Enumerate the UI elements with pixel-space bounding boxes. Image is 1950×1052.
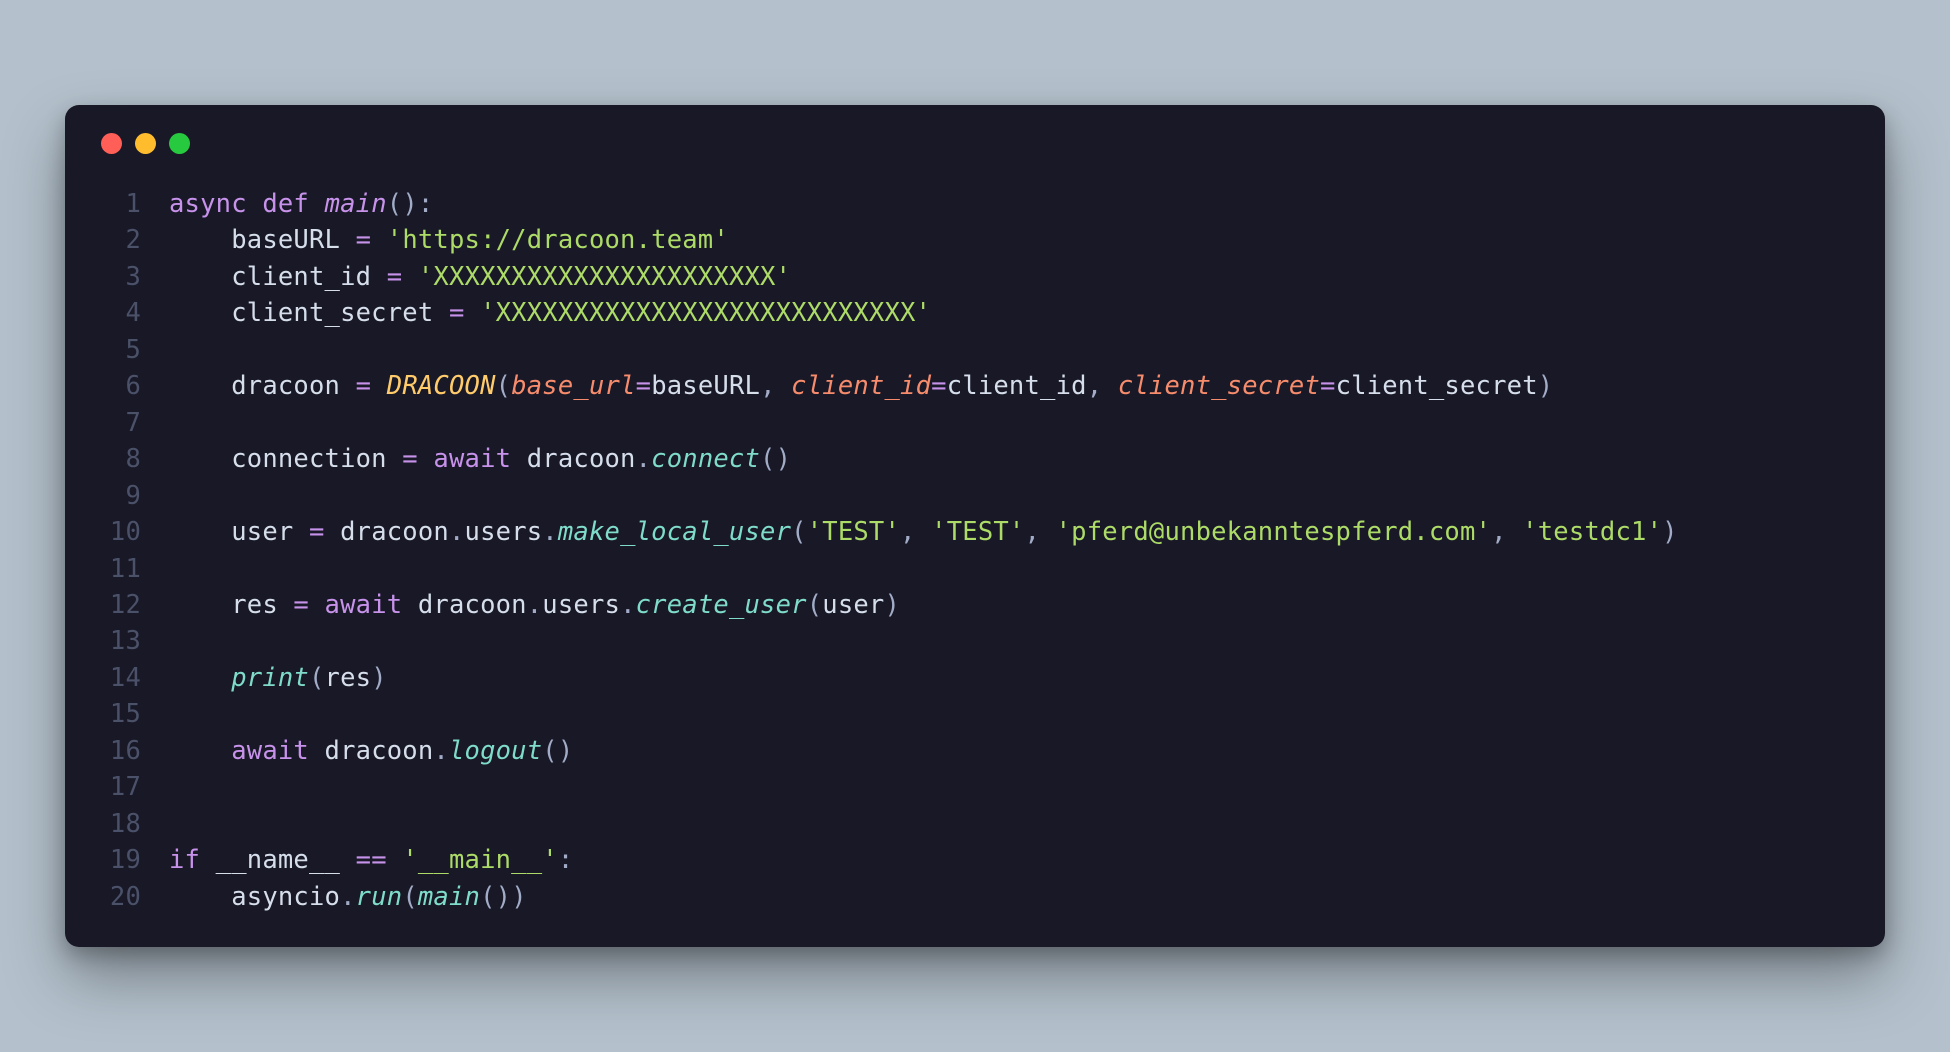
- code-line[interactable]: 1async def main():: [97, 186, 1853, 222]
- code-content[interactable]: [141, 478, 169, 514]
- code-line[interactable]: 13: [97, 623, 1853, 659]
- code-line[interactable]: 6 dracoon = DRACOON(base_url=baseURL, cl…: [97, 368, 1853, 404]
- line-number: 19: [97, 842, 141, 878]
- code-content[interactable]: res = await dracoon.users.create_user(us…: [141, 587, 900, 623]
- line-number: 16: [97, 733, 141, 769]
- line-number: 6: [97, 368, 141, 404]
- line-number: 12: [97, 587, 141, 623]
- code-content[interactable]: client_secret = 'XXXXXXXXXXXXXXXXXXXXXXX…: [141, 295, 931, 331]
- code-content[interactable]: asyncio.run(main()): [141, 879, 527, 915]
- line-number: 8: [97, 441, 141, 477]
- code-line[interactable]: 12 res = await dracoon.users.create_user…: [97, 587, 1853, 623]
- window-controls: [97, 133, 1853, 154]
- line-number: 5: [97, 332, 141, 368]
- code-line[interactable]: 8 connection = await dracoon.connect(): [97, 441, 1853, 477]
- code-content[interactable]: [141, 623, 169, 659]
- code-line[interactable]: 10 user = dracoon.users.make_local_user(…: [97, 514, 1853, 550]
- line-number: 14: [97, 660, 141, 696]
- code-line[interactable]: 14 print(res): [97, 660, 1853, 696]
- code-content[interactable]: [141, 806, 169, 842]
- line-number: 7: [97, 405, 141, 441]
- code-content[interactable]: [141, 332, 169, 368]
- code-line[interactable]: 7: [97, 405, 1853, 441]
- line-number: 15: [97, 696, 141, 732]
- line-number: 1: [97, 186, 141, 222]
- zoom-icon[interactable]: [169, 133, 190, 154]
- code-content[interactable]: dracoon = DRACOON(base_url=baseURL, clie…: [141, 368, 1553, 404]
- code-window: 1async def main():2 baseURL = 'https://d…: [65, 105, 1885, 947]
- code-editor[interactable]: 1async def main():2 baseURL = 'https://d…: [97, 186, 1853, 915]
- code-line[interactable]: 17: [97, 769, 1853, 805]
- code-line[interactable]: 20 asyncio.run(main()): [97, 879, 1853, 915]
- code-line[interactable]: 18: [97, 806, 1853, 842]
- code-line[interactable]: 11: [97, 551, 1853, 587]
- code-content[interactable]: await dracoon.logout(): [141, 733, 573, 769]
- minimize-icon[interactable]: [135, 133, 156, 154]
- code-line[interactable]: 2 baseURL = 'https://dracoon.team': [97, 222, 1853, 258]
- code-line[interactable]: 9: [97, 478, 1853, 514]
- code-content[interactable]: client_id = 'XXXXXXXXXXXXXXXXXXXXXX': [141, 259, 791, 295]
- line-number: 11: [97, 551, 141, 587]
- code-content[interactable]: [141, 696, 169, 732]
- line-number: 20: [97, 879, 141, 915]
- code-content[interactable]: async def main():: [141, 186, 433, 222]
- code-content[interactable]: [141, 405, 169, 441]
- code-line[interactable]: 16 await dracoon.logout(): [97, 733, 1853, 769]
- code-line[interactable]: 4 client_secret = 'XXXXXXXXXXXXXXXXXXXXX…: [97, 295, 1853, 331]
- code-content[interactable]: [141, 769, 169, 805]
- line-number: 3: [97, 259, 141, 295]
- line-number: 17: [97, 769, 141, 805]
- code-content[interactable]: user = dracoon.users.make_local_user('TE…: [141, 514, 1678, 550]
- code-content[interactable]: [141, 551, 169, 587]
- code-content[interactable]: print(res): [141, 660, 387, 696]
- code-line[interactable]: 19if __name__ == '__main__':: [97, 842, 1853, 878]
- line-number: 10: [97, 514, 141, 550]
- line-number: 13: [97, 623, 141, 659]
- code-content[interactable]: connection = await dracoon.connect(): [141, 441, 791, 477]
- code-line[interactable]: 15: [97, 696, 1853, 732]
- line-number: 4: [97, 295, 141, 331]
- close-icon[interactable]: [101, 133, 122, 154]
- line-number: 2: [97, 222, 141, 258]
- code-line[interactable]: 3 client_id = 'XXXXXXXXXXXXXXXXXXXXXX': [97, 259, 1853, 295]
- line-number: 18: [97, 806, 141, 842]
- code-line[interactable]: 5: [97, 332, 1853, 368]
- line-number: 9: [97, 478, 141, 514]
- code-content[interactable]: baseURL = 'https://dracoon.team': [141, 222, 729, 258]
- code-content[interactable]: if __name__ == '__main__':: [141, 842, 573, 878]
